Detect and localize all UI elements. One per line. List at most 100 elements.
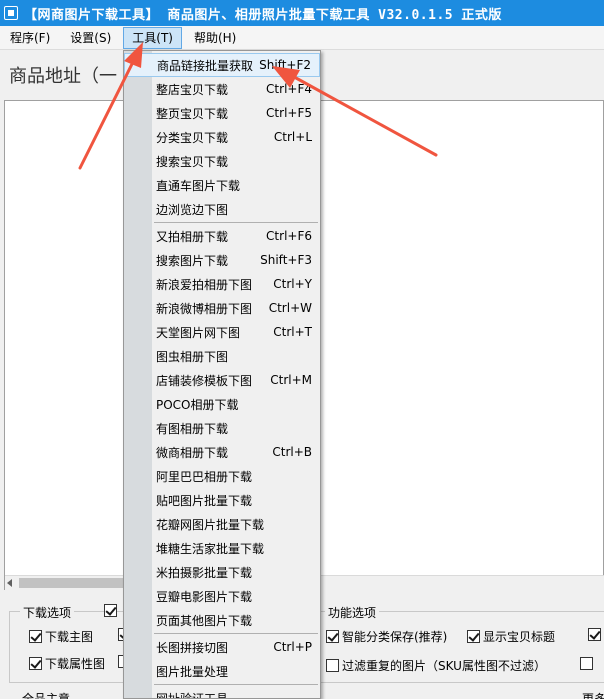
checkbox-box[interactable] [467, 630, 480, 643]
download-options-group [9, 611, 139, 683]
tools-menu-item[interactable]: 米拍摄影批量下载 [124, 560, 320, 584]
checkbox-label: 过滤重复的图片（SKU属性图不过滤） [342, 659, 546, 673]
menu-item-shortcut: Ctrl+P [273, 640, 312, 654]
smart-save-checkbox[interactable]: 智能分类保存(推荐) [326, 628, 447, 645]
menu-item-label: 边浏览边下图 [156, 202, 229, 217]
menu-item-label: 店铺装修模板下图 [156, 373, 253, 388]
tools-menu-item[interactable]: 商品链接批量获取 Shift+F2 [124, 53, 320, 77]
checkbox-box[interactable] [326, 659, 339, 672]
checkbox-box[interactable] [104, 604, 117, 617]
checkbox-box[interactable] [326, 630, 339, 643]
filter-duplicates-checkbox[interactable]: 过滤重复的图片（SKU属性图不过滤） [326, 657, 546, 674]
menu-item-label: 整页宝贝下载 [156, 106, 229, 121]
menu-item-label: 豆瓣电影图片下载 [156, 589, 253, 604]
menu-item-label: 搜索宝贝下载 [156, 154, 229, 169]
menu-item-label: 图片批量处理 [156, 664, 229, 679]
menu-settings[interactable]: 设置(S) [62, 27, 119, 49]
menu-item-shortcut: Shift+F3 [260, 253, 312, 267]
menu-program[interactable]: 程序(F) [2, 27, 58, 49]
menu-separator [154, 222, 318, 223]
checkbox-box[interactable] [580, 657, 593, 670]
menu-item-label: 堆糖生活家批量下载 [156, 541, 265, 556]
menu-help[interactable]: 帮助(H) [186, 27, 244, 49]
tools-menu-item[interactable]: 新浪微博相册下图 Ctrl+W [124, 296, 320, 320]
tools-menu-item[interactable]: 图片批量处理 [124, 659, 320, 683]
menu-item-shortcut: Ctrl+F5 [266, 106, 312, 120]
menu-item-label: 又拍相册下载 [156, 229, 229, 244]
menu-item-label: 分类宝贝下载 [156, 130, 229, 145]
menu-item-shortcut: Ctrl+Y [273, 277, 312, 291]
menu-item-label: 贴吧图片批量下载 [156, 493, 253, 508]
menu-item-shortcut: Shift+F2 [259, 58, 311, 72]
menu-item-label: 花瓣网图片批量下载 [156, 517, 265, 532]
menu-item-label: 阿里巴巴相册下载 [156, 469, 253, 484]
menu-item-label: 有图相册下载 [156, 421, 229, 436]
tools-menu-item[interactable]: 贴吧图片批量下载 [124, 488, 320, 512]
tools-menu-item[interactable]: 边浏览边下图 [124, 197, 320, 221]
menu-item-label: 新浪爱拍相册下图 [156, 277, 253, 292]
download-attr-image-checkbox[interactable]: 下载属性图 [29, 655, 105, 672]
bottom-right-text: 更多 [582, 692, 604, 699]
tools-menu-item[interactable]: 直通车图片下载 [124, 173, 320, 197]
menu-separator [154, 633, 318, 634]
menu-item-label: 米拍摄影批量下载 [156, 565, 253, 580]
download-main-image-checkbox[interactable]: 下载主图 [29, 628, 93, 645]
tools-menu-item[interactable]: 长图拼接切图 Ctrl+P [124, 635, 320, 659]
address-label: 商品地址（一 [9, 66, 117, 87]
menu-item-label: 商品链接批量获取 [157, 58, 254, 73]
tools-menu-item[interactable]: 搜索宝贝下载 [124, 149, 320, 173]
app-icon [4, 6, 18, 20]
menu-item-label: 天堂图片网下图 [156, 325, 241, 340]
menu-bar: 程序(F) 设置(S) 工具(T) 帮助(H) [0, 26, 604, 50]
tools-menu-item[interactable]: 有图相册下载 [124, 416, 320, 440]
window-title: 【网商图片下载工具】 商品图片、相册照片批量下载工具 V32.0.1.5 正式版 [24, 7, 502, 23]
menu-item-shortcut: Ctrl+M [270, 373, 312, 387]
bottom-left-text: 全品主意 [22, 692, 71, 699]
arrow-left-icon[interactable] [7, 579, 12, 587]
menu-item-label: 直通车图片下载 [156, 178, 241, 193]
tools-menu-item[interactable]: POCO相册下载 [124, 392, 320, 416]
menu-item-label: 长图拼接切图 [156, 640, 229, 655]
menu-item-label: POCO相册下载 [156, 397, 239, 412]
tools-menu-item[interactable]: 图虫相册下图 [124, 344, 320, 368]
tools-menu-item[interactable]: 店铺装修模板下图 Ctrl+M [124, 368, 320, 392]
tools-menu-item[interactable]: 阿里巴巴相册下载 [124, 464, 320, 488]
title-bar: 【网商图片下载工具】 商品图片、相册照片批量下载工具 V32.0.1.5 正式版 [0, 0, 604, 26]
hidden-option-checkbox-1[interactable] [104, 604, 120, 617]
tools-menu-item[interactable]: 分类宝贝下载 Ctrl+L [124, 125, 320, 149]
extra-option-checkbox-1[interactable] [588, 628, 604, 641]
scrollbar-thumb[interactable] [19, 578, 129, 588]
tools-menu-item[interactable]: 搜索图片下载 Shift+F3 [124, 248, 320, 272]
tools-menu-item[interactable]: 微商相册下载 Ctrl+B [124, 440, 320, 464]
checkbox-box[interactable] [29, 630, 42, 643]
tools-menu-item[interactable]: 花瓣网图片批量下载 [124, 512, 320, 536]
checkbox-label: 智能分类保存(推荐) [342, 630, 448, 644]
function-options-legend: 功能选项 [325, 604, 380, 621]
menu-item-label: 网址验证工具 [156, 691, 229, 699]
menu-item-shortcut: Ctrl+F4 [266, 82, 312, 96]
checkbox-box[interactable] [588, 628, 601, 641]
show-title-checkbox[interactable]: 显示宝贝标题 [467, 628, 555, 645]
checkbox-label: 下载主图 [45, 630, 94, 644]
menu-item-label: 页面其他图片下载 [156, 613, 253, 628]
menu-separator [154, 684, 318, 685]
tools-menu-item[interactable]: 又拍相册下载 Ctrl+F6 [124, 224, 320, 248]
tools-menu-item[interactable]: 豆瓣电影图片下载 [124, 584, 320, 608]
menu-item-shortcut: Ctrl+T [273, 325, 312, 339]
tools-menu-item[interactable]: 整页宝贝下载 Ctrl+F5 [124, 101, 320, 125]
tools-menu-item[interactable]: 天堂图片网下图 Ctrl+T [124, 320, 320, 344]
extra-option-checkbox-2[interactable] [580, 657, 596, 670]
menu-tools[interactable]: 工具(T) [123, 26, 182, 49]
menu-item-shortcut: Ctrl+L [273, 130, 312, 144]
tools-menu-item[interactable]: 网址验证工具 [124, 686, 320, 699]
tools-menu-item[interactable]: 新浪爱拍相册下图 Ctrl+Y [124, 272, 320, 296]
menu-item-label: 微商相册下载 [156, 445, 229, 460]
tools-menu-item[interactable]: 堆糖生活家批量下载 [124, 536, 320, 560]
tools-dropdown-menu: 商品链接批量获取 Shift+F2 整店宝贝下载 Ctrl+F4 整页宝贝下载 Ctrl+… [123, 50, 321, 699]
checkbox-label: 下载属性图 [45, 657, 106, 671]
tools-menu-item[interactable]: 整店宝贝下载 Ctrl+F4 [124, 77, 320, 101]
checkbox-box[interactable] [29, 657, 42, 670]
tools-menu-item[interactable]: 页面其他图片下载 [124, 608, 320, 632]
menu-item-label: 整店宝贝下载 [156, 82, 229, 97]
download-options-legend: 下载选项 [20, 604, 75, 621]
